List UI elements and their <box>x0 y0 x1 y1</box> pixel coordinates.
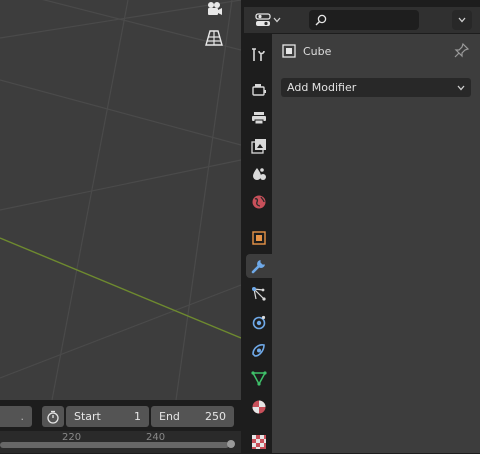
grid-perspective-icon <box>205 30 223 46</box>
stopwatch-icon <box>47 410 59 424</box>
scene-tab[interactable] <box>246 162 272 186</box>
search-input[interactable] <box>331 12 415 28</box>
pin-button[interactable] <box>454 42 470 61</box>
modifier-tab[interactable] <box>246 254 272 278</box>
scene-icon <box>253 168 266 180</box>
output-icon <box>252 112 266 125</box>
properties-options-dropdown[interactable] <box>452 10 472 30</box>
x-axis-line <box>0 237 241 339</box>
add-modifier-dropdown[interactable]: Add Modifier <box>281 78 471 97</box>
timeline-scrollbar[interactable] <box>0 442 229 448</box>
chevron-down-icon <box>458 17 466 23</box>
output-tab[interactable] <box>246 106 272 130</box>
render-tab[interactable] <box>246 78 272 102</box>
frame-start-field[interactable]: Start 1 <box>66 406 149 427</box>
object-icon <box>252 231 266 245</box>
frame-end-label: End <box>159 410 180 423</box>
chevron-down-icon <box>273 17 281 23</box>
object-icon <box>282 44 296 58</box>
particles-icon <box>252 287 266 301</box>
physics-tab[interactable] <box>246 310 272 334</box>
texture-tab[interactable] <box>246 430 272 454</box>
wrench-icon <box>251 260 265 274</box>
world-icon <box>252 195 266 209</box>
search-icon <box>315 14 327 26</box>
viewport-grid <box>0 0 241 400</box>
view-layer-tab[interactable] <box>246 134 272 158</box>
current-frame-field-partial[interactable]: . <box>0 406 32 427</box>
chevron-down-icon <box>457 85 465 90</box>
3d-viewport[interactable] <box>0 0 241 400</box>
view-layer-icon <box>251 139 266 154</box>
pin-icon <box>454 42 470 58</box>
frame-end-value: 250 <box>205 410 226 423</box>
perspective-toggle-button[interactable] <box>205 29 231 55</box>
timeline-scrollbar-handle[interactable] <box>227 440 235 448</box>
tool-icon <box>252 48 265 61</box>
tool-tab[interactable] <box>246 43 272 67</box>
frame-end-field[interactable]: End 250 <box>151 406 234 427</box>
render-icon <box>252 84 266 96</box>
properties-editor-icon <box>255 13 271 26</box>
material-icon <box>252 400 266 414</box>
physics-icon <box>252 315 266 330</box>
playback-range-toggle[interactable] <box>42 406 64 427</box>
world-tab[interactable] <box>246 190 272 214</box>
frame-start-value: 1 <box>134 410 141 423</box>
active-object-row: Cube <box>282 42 331 60</box>
texture-icon <box>252 435 266 449</box>
material-tab[interactable] <box>246 395 272 419</box>
add-modifier-label: Add Modifier <box>287 81 357 94</box>
editor-type-dropdown[interactable] <box>252 10 284 30</box>
camera-view-button[interactable] <box>205 0 231 26</box>
constraints-tab[interactable] <box>246 338 272 362</box>
object-name: Cube <box>303 44 332 58</box>
object-tab[interactable] <box>246 226 272 250</box>
mesh-data-icon <box>251 371 267 386</box>
object-data-tab[interactable] <box>246 366 272 390</box>
properties-search-field[interactable] <box>309 10 419 30</box>
camera-icon <box>208 2 222 15</box>
particles-tab[interactable] <box>246 282 272 306</box>
frame-start-label: Start <box>74 410 101 423</box>
constraints-icon <box>252 344 265 357</box>
